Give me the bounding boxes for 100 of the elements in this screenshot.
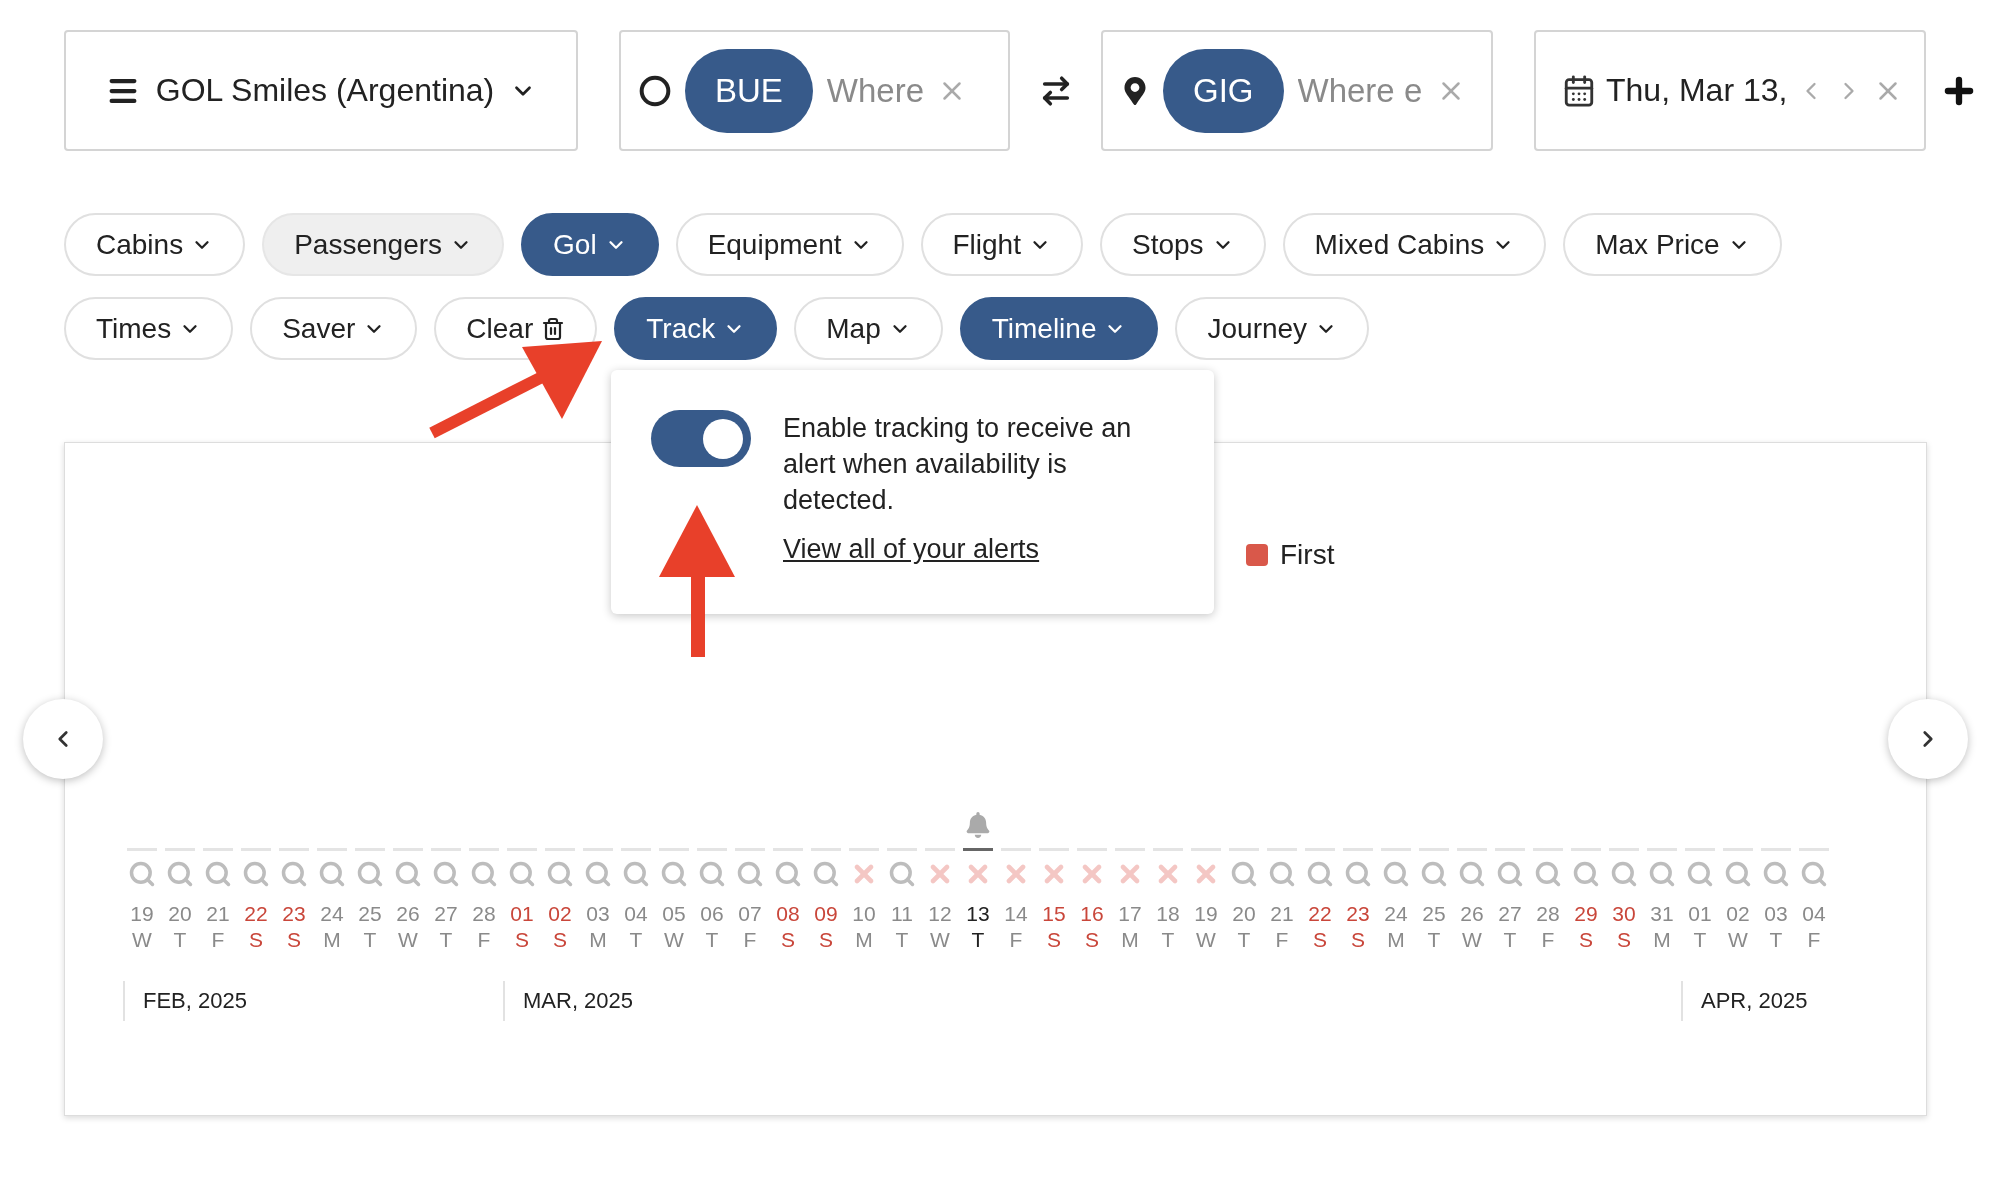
search-icon[interactable]: [204, 860, 232, 888]
weekday-letter: T: [1161, 927, 1175, 953]
search-icon[interactable]: [242, 860, 270, 888]
weekday-letter: F: [1541, 927, 1555, 953]
day-number: 07: [738, 901, 762, 927]
search-icon[interactable]: [660, 860, 688, 888]
airport-chip[interactable]: GIG: [1163, 48, 1284, 133]
search-icon[interactable]: [394, 860, 422, 888]
day-number: 31: [1650, 901, 1674, 927]
weekday-letter: F: [1807, 927, 1821, 953]
day-number: 23: [1346, 901, 1370, 927]
day-number: 25: [358, 901, 382, 927]
search-icon[interactable]: [584, 860, 612, 888]
origin-field[interactable]: BUE Where: [619, 30, 1010, 151]
search-icon[interactable]: [508, 860, 536, 888]
filter-chip[interactable]: Times: [64, 297, 234, 360]
day-number: 28: [1536, 901, 1560, 927]
search-icon[interactable]: [1268, 860, 1296, 888]
filter-chip[interactable]: Mixed Cabins: [1282, 213, 1547, 276]
day-number: 04: [1802, 901, 1826, 927]
search-icon[interactable]: [1344, 860, 1372, 888]
search-icon[interactable]: [736, 860, 764, 888]
search-icon[interactable]: [1534, 860, 1562, 888]
search-icon[interactable]: [888, 860, 916, 888]
day-number: 01: [1688, 901, 1712, 927]
search-icon[interactable]: [1800, 860, 1828, 888]
day-number: 23: [282, 901, 306, 927]
day-number: 28: [472, 901, 496, 927]
day-number: 03: [1764, 901, 1788, 927]
search-icon[interactable]: [1230, 860, 1258, 888]
filter-chip[interactable]: Flight: [920, 213, 1083, 276]
search-icon[interactable]: [774, 860, 802, 888]
search-icon[interactable]: [1610, 860, 1638, 888]
search-icon[interactable]: [1496, 860, 1524, 888]
filter-chip[interactable]: Cabins: [64, 213, 246, 276]
month-label: FEB, 2025: [123, 981, 503, 1021]
day-number: 29: [1574, 901, 1598, 927]
filter-chip[interactable]: Passengers: [262, 213, 505, 276]
search-icon[interactable]: [1762, 860, 1790, 888]
search-icon[interactable]: [1724, 860, 1752, 888]
day-number: 17: [1118, 901, 1142, 927]
search-icon[interactable]: [318, 860, 346, 888]
filter-chip[interactable]: Timeline: [959, 297, 1159, 360]
search-icon[interactable]: [470, 860, 498, 888]
weekday-letter: S: [1351, 927, 1365, 953]
airport-chip[interactable]: BUE: [685, 48, 813, 133]
weekday-letter: M: [1653, 927, 1671, 953]
day-number: 05: [662, 901, 686, 927]
tracking-toggle[interactable]: [651, 410, 751, 467]
date-field[interactable]: Thu, Mar 13,: [1534, 30, 1926, 151]
weekday-letter: W: [930, 927, 950, 953]
filter-chip[interactable]: Saver: [250, 297, 418, 360]
search-icon[interactable]: [1572, 860, 1600, 888]
day-number: 03: [586, 901, 610, 927]
day-number: 13: [966, 901, 990, 927]
day-number: 21: [206, 901, 230, 927]
search-icon[interactable]: [546, 860, 574, 888]
weekday-letter: W: [132, 927, 152, 953]
filter-chip[interactable]: Gol: [521, 213, 659, 276]
filter-chip[interactable]: Track: [614, 297, 778, 360]
weekday-letter: F: [211, 927, 225, 953]
search-icon[interactable]: [622, 860, 650, 888]
weekday-letter: T: [1237, 927, 1251, 953]
search-icon[interactable]: [1648, 860, 1676, 888]
previous-button[interactable]: [23, 699, 103, 779]
month-label: MAR, 2025: [503, 981, 1681, 1021]
search-icon[interactable]: [128, 860, 156, 888]
program-selector[interactable]: GOL Smiles (Argentina): [64, 30, 578, 151]
weekday-letter: T: [363, 927, 377, 953]
weekday-letter: S: [1047, 927, 1061, 953]
search-icon[interactable]: [1686, 860, 1714, 888]
filter-chip[interactable]: Map: [794, 297, 943, 360]
search-icon[interactable]: [1458, 860, 1486, 888]
day-number: 21: [1270, 901, 1294, 927]
destination-field[interactable]: GIG Where e: [1101, 30, 1493, 151]
next-button[interactable]: [1888, 699, 1968, 779]
search-icon[interactable]: [1420, 860, 1448, 888]
weekday-letter: T: [705, 927, 719, 953]
search-icon[interactable]: [1382, 860, 1410, 888]
weekday-letter: M: [1387, 927, 1405, 953]
filter-chip[interactable]: Max Price: [1563, 213, 1782, 276]
filter-chip[interactable]: Equipment: [675, 213, 904, 276]
filter-chip[interactable]: Journey: [1175, 297, 1370, 360]
day-number: 30: [1612, 901, 1636, 927]
weekday-letter: W: [1196, 927, 1216, 953]
weekday-letter: S: [515, 927, 529, 953]
filter-chip[interactable]: Stops: [1099, 213, 1266, 276]
search-icon[interactable]: [1306, 860, 1334, 888]
day-number: 27: [434, 901, 458, 927]
search-icon[interactable]: [432, 860, 460, 888]
search-icon[interactable]: [356, 860, 384, 888]
weekday-letter: S: [1085, 927, 1099, 953]
search-icon[interactable]: [812, 860, 840, 888]
bell-icon[interactable]: [965, 812, 991, 838]
search-icon[interactable]: [698, 860, 726, 888]
weekday-letter: W: [1728, 927, 1748, 953]
alerts-link[interactable]: View all of your alerts: [783, 534, 1040, 565]
search-icon[interactable]: [280, 860, 308, 888]
search-icon[interactable]: [166, 860, 194, 888]
day-number: 19: [1194, 901, 1218, 927]
